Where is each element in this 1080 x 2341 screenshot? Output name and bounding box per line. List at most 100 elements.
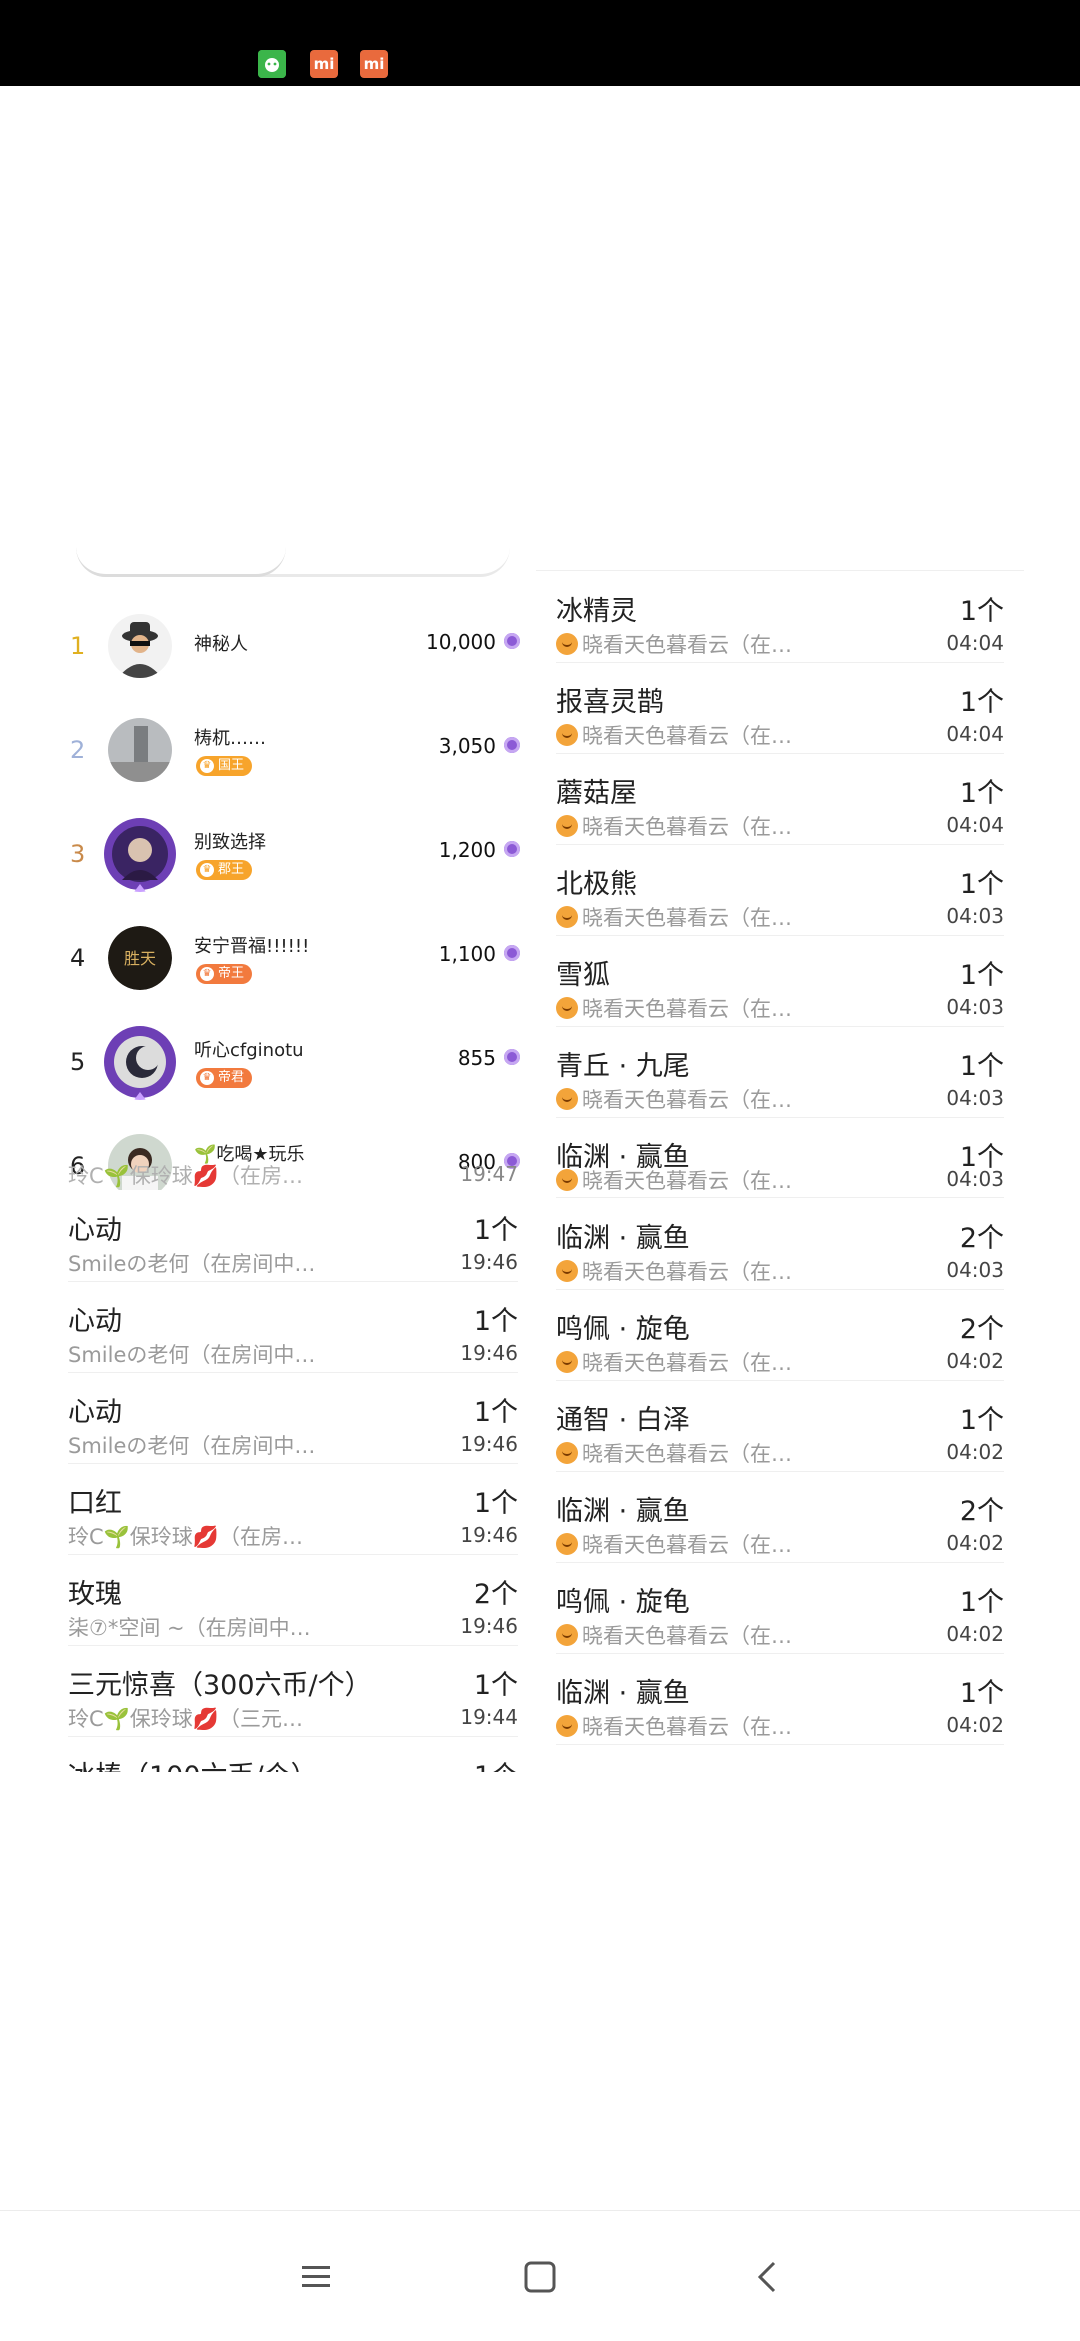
gift-time: 19:46	[460, 1523, 518, 1547]
gift-row[interactable]: 报喜灵鹊 晓看天色暮看云（在… 1个 04:04	[556, 662, 1004, 754]
gift-name: 玫瑰	[68, 1579, 122, 1610]
menu-icon[interactable]	[296, 2257, 336, 2297]
gift-sender: Smileの老何（在房间中…	[68, 1343, 316, 1367]
gift-row[interactable]: 北极熊 晓看天色暮看云（在… 1个 04:03	[556, 844, 1004, 936]
gift-sender: 晓看天色暮看云（在…	[556, 1256, 792, 1286]
avatar: 胜天	[108, 926, 172, 990]
gift-sender: 晓看天色暮看云（在…	[556, 1084, 792, 1114]
user-name: 神秘人	[194, 634, 248, 655]
tiger-icon	[556, 1715, 578, 1737]
gift-name: 心动	[68, 1397, 122, 1428]
gift-row[interactable]: 临渊 · 赢鱼 晓看天色暮看云（在… 1个 04:03	[556, 1117, 1004, 1198]
crown-icon: ♛	[200, 967, 214, 981]
gift-row[interactable]: 鸣佩 · 旋龟 晓看天色暮看云（在… 2个 04:02	[556, 1289, 1004, 1381]
gift-count: 1个	[959, 1678, 1004, 1709]
user-name: 听心cfginotu	[194, 1040, 304, 1061]
gift-count: 1个	[473, 1215, 518, 1246]
gift-count: 1个	[473, 1397, 518, 1428]
ranking-row[interactable]: 3 别致选择 ♛ 郡王 1,200	[60, 804, 520, 908]
tiger-icon	[556, 1088, 578, 1110]
gift-count: 2个	[959, 1223, 1004, 1254]
gift-name: 临渊 · 赢鱼	[556, 1496, 690, 1527]
gift-count: 1个	[473, 1306, 518, 1337]
crown-icon: ♛	[200, 863, 214, 877]
tiger-icon	[556, 1351, 578, 1373]
gift-sender: 晓看天色暮看云（在…	[556, 1438, 792, 1468]
level-badge: ♛ 帝君	[196, 1068, 253, 1088]
tiger-icon	[556, 724, 578, 746]
gift-time: 19:46	[460, 1250, 518, 1274]
tiger-icon	[556, 1624, 578, 1646]
user-name: 别致选择	[194, 832, 266, 853]
score: 855	[457, 1046, 496, 1070]
gift-sender: 晓看天色暮看云（在…	[556, 1529, 792, 1559]
gift-row[interactable]: 青丘 · 九尾 晓看天色暮看云（在… 1个 04:03	[556, 1026, 1004, 1118]
gift-name: 临渊 · 赢鱼	[556, 1223, 690, 1254]
coin-icon	[504, 841, 520, 857]
gift-row[interactable]: 冰精灵 晓看天色暮看云（在… 1个 04:04	[556, 571, 1004, 663]
gift-time: 04:03	[946, 1258, 1004, 1282]
back-icon[interactable]	[748, 2257, 788, 2297]
gift-row[interactable]: 心动 Smileの老何（在房间中… 1个 19:46	[68, 1190, 518, 1282]
gift-sender: 晓看天色暮看云（在…	[556, 1347, 792, 1377]
gift-row[interactable]: 三元惊喜（300六币/个） 玲C🌱保玲球💋（三元… 1个 19:44	[68, 1645, 518, 1737]
gift-row[interactable]: 玫瑰 柒⑦*空间 ~（在房间中… 2个 19:46	[68, 1554, 518, 1646]
gift-count: 1个	[959, 687, 1004, 718]
coin-icon	[504, 1049, 520, 1065]
gift-sender: 晓看天色暮看云（在…	[556, 902, 792, 932]
gift-name: 口红	[68, 1488, 122, 1519]
gift-name: 冰精灵	[556, 596, 637, 627]
gift-count: 1个	[473, 1670, 518, 1701]
ranking-row[interactable]: 2 梼杌…… ♛ 国王 3,050	[60, 700, 520, 804]
gift-time: 04:04	[946, 631, 1004, 655]
gift-time: 04:03	[946, 1086, 1004, 1110]
ranking-row[interactable]: 4 胜天 安宁晋福!!!!!! ♛ 帝王 1,100	[60, 908, 520, 1012]
gift-count: 1个	[473, 1488, 518, 1519]
gift-time: 04:04	[946, 722, 1004, 746]
ranking-row[interactable]: 1 神秘人 10,000	[60, 596, 520, 700]
gift-count: 1个	[959, 1051, 1004, 1082]
gift-sender: 晓看天色暮看云（在…	[556, 1165, 792, 1195]
gift-name: 青丘 · 九尾	[556, 1051, 690, 1082]
right-gift-list: 冰精灵 晓看天色暮看云（在… 1个 04:04 报喜灵鹊 晓看天色暮看云（在… …	[536, 570, 1024, 1773]
rank-number: 5	[70, 1048, 86, 1076]
gift-name: 蘑菇屋	[556, 778, 637, 809]
tiger-icon	[556, 1169, 578, 1191]
rank-number: 2	[70, 736, 86, 764]
overlap-row: 玲C🌱保玲球💋（在房… 19:47	[68, 1160, 518, 1190]
gift-name: 三元惊喜（300六币/个）	[68, 1670, 372, 1701]
level-badge: ♛ 郡王	[196, 860, 253, 880]
gift-row[interactable]: 临渊 · 赢鱼 晓看天色暮看云（在… 2个 04:03	[556, 1198, 1004, 1290]
gift-sender: 晓看天色暮看云（在…	[556, 1620, 792, 1650]
gift-name: 北极熊	[556, 869, 637, 900]
gift-count: 2个	[959, 1314, 1004, 1345]
ranking-row[interactable]: 5 听心cfginotu ♛ 帝君 855	[60, 1012, 520, 1116]
gift-count: 1个	[959, 869, 1004, 900]
gift-row[interactable]: 心动 Smileの老何（在房间中… 1个 19:46	[68, 1372, 518, 1464]
gift-count: 1个	[959, 1405, 1004, 1436]
gift-time: 19:46	[460, 1341, 518, 1365]
gift-sender: 晓看天色暮看云（在…	[556, 720, 792, 750]
gift-row[interactable]: 心动 Smileの老何（在房间中… 1个 19:46	[68, 1281, 518, 1373]
gift-time: 04:02	[946, 1622, 1004, 1646]
gift-sender: 柒⑦*空间 ~（在房间中…	[68, 1616, 311, 1640]
crown-icon: ♛	[200, 1071, 214, 1085]
gift-time: 04:02	[946, 1440, 1004, 1464]
gift-row[interactable]: 临渊 · 赢鱼 晓看天色暮看云（在… 1个 04:02	[556, 1653, 1004, 1745]
tiger-icon	[556, 906, 578, 928]
gift-name: 心动	[68, 1215, 122, 1246]
gift-row[interactable]: 雪狐 晓看天色暮看云（在… 1个 04:03	[556, 935, 1004, 1027]
rank-number: 4	[70, 944, 86, 972]
gift-row[interactable]: 通智 · 白泽 晓看天色暮看云（在… 1个 04:02	[556, 1380, 1004, 1472]
gift-sender: Smileの老何（在房间中…	[68, 1434, 316, 1458]
gift-row[interactable]: 冰棒（100六币/个） 1个	[68, 1736, 518, 1772]
gift-sender: 玲C🌱保玲球💋（在房…	[68, 1525, 303, 1549]
gift-time: 04:03	[946, 1167, 1004, 1191]
gift-row[interactable]: 口红 玲C🌱保玲球💋（在房… 1个 19:46	[68, 1463, 518, 1555]
gift-row[interactable]: 蘑菇屋 晓看天色暮看云（在… 1个 04:04	[556, 753, 1004, 845]
gift-sender: 晓看天色暮看云（在…	[556, 993, 792, 1023]
home-icon[interactable]	[520, 2257, 560, 2297]
gift-row[interactable]: 鸣佩 · 旋龟 晓看天色暮看云（在… 1个 04:02	[556, 1562, 1004, 1654]
svg-text:胜天: 胜天	[124, 949, 156, 968]
gift-row[interactable]: 临渊 · 赢鱼 晓看天色暮看云（在… 2个 04:02	[556, 1471, 1004, 1563]
